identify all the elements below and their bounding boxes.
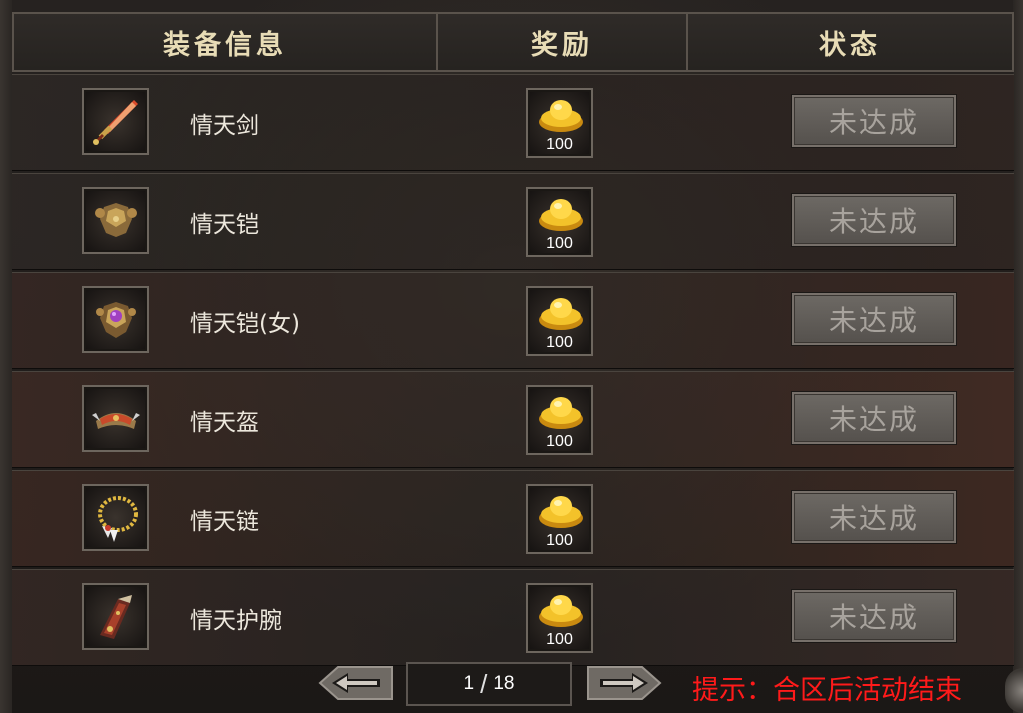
item-name: 情天护腕 <box>190 607 282 634</box>
reward-slot[interactable]: 100 <box>526 187 593 257</box>
bracer-icon <box>99 594 132 639</box>
status-button[interactable]: 未达成 <box>792 194 956 246</box>
reward-count: 100 <box>546 235 573 252</box>
status-button[interactable]: 未达成 <box>792 392 956 444</box>
reward-slot[interactable]: 100 <box>526 484 593 554</box>
table-row: 情天护腕 100 未达成 <box>12 569 1014 666</box>
gold-ingot-icon <box>539 100 583 132</box>
gold-ingot-icon <box>539 496 583 528</box>
item-slot[interactable] <box>82 286 149 353</box>
table-row: 情天铠 100 未达成 <box>12 173 1014 270</box>
item-slot[interactable] <box>82 484 149 551</box>
reward-count: 100 <box>546 532 573 549</box>
item-name: 情天铠 <box>190 211 259 238</box>
item-name: 情天链 <box>190 508 259 535</box>
footer-bar: 1 / 18 提示：合区后活动结束 <box>0 658 1023 713</box>
item-name: 情天剑 <box>190 112 259 139</box>
gold-ingot-icon <box>539 199 583 231</box>
reward-slot[interactable]: 100 <box>526 286 593 356</box>
panel-border-right <box>1013 0 1023 713</box>
page-indicator: 1 / 18 <box>406 662 572 706</box>
prev-page-button[interactable] <box>318 664 394 702</box>
table-row: 情天链 100 未达成 <box>12 470 1014 567</box>
equipment-list: 情天剑 100 未达成 情天铠 100 未达成 情天铠(女) 100 未达成 情… <box>12 74 1014 668</box>
gold-ingot-icon <box>539 397 583 429</box>
table-row: 情天铠(女) 100 未达成 <box>12 272 1014 369</box>
game-panel: 装备信息 奖励 状态 情天剑 100 未达成 情天铠 100 未达成 情天铠(女… <box>0 0 1023 713</box>
helmet-icon <box>91 412 140 429</box>
table-header: 装备信息 奖励 状态 <box>12 12 1014 72</box>
reward-count: 100 <box>546 433 573 450</box>
gold-ingot-icon <box>539 595 583 627</box>
header-equipment: 装备信息 <box>14 14 438 70</box>
necklace-icon <box>97 495 138 542</box>
reward-count: 100 <box>546 631 573 648</box>
tip-text: 提示：合区后活动结束 <box>692 675 962 706</box>
status-button[interactable]: 未达成 <box>792 491 956 543</box>
current-page: 1 <box>463 673 475 694</box>
status-button[interactable]: 未达成 <box>792 590 956 642</box>
sword-icon <box>92 99 138 145</box>
arrow-right-icon <box>587 666 662 700</box>
arrow-left-icon <box>318 666 393 700</box>
item-name: 情天铠(女) <box>190 310 300 337</box>
female-armor-icon <box>95 301 136 338</box>
reward-slot[interactable]: 100 <box>526 88 593 158</box>
header-status: 状态 <box>819 29 881 61</box>
table-row: 情天盔 100 未达成 <box>12 371 1014 468</box>
reward-slot[interactable]: 100 <box>526 583 593 653</box>
gold-ingot-icon <box>539 298 583 330</box>
table-row: 情天剑 100 未达成 <box>12 74 1014 171</box>
item-slot[interactable] <box>82 583 149 650</box>
item-slot[interactable] <box>82 88 149 155</box>
total-pages: 18 <box>493 673 515 694</box>
page-separator: / <box>480 668 488 699</box>
panel-border-left <box>0 0 12 713</box>
item-slot[interactable] <box>82 385 149 452</box>
reward-count: 100 <box>546 334 573 351</box>
reward-slot[interactable]: 100 <box>526 385 593 455</box>
next-page-button[interactable] <box>586 664 662 702</box>
armor-icon <box>94 202 137 237</box>
item-slot[interactable] <box>82 187 149 254</box>
status-button[interactable]: 未达成 <box>792 293 956 345</box>
item-name: 情天盔 <box>190 409 259 436</box>
status-button[interactable]: 未达成 <box>792 95 956 147</box>
header-reward: 奖励 <box>438 14 688 70</box>
reward-count: 100 <box>546 136 573 153</box>
